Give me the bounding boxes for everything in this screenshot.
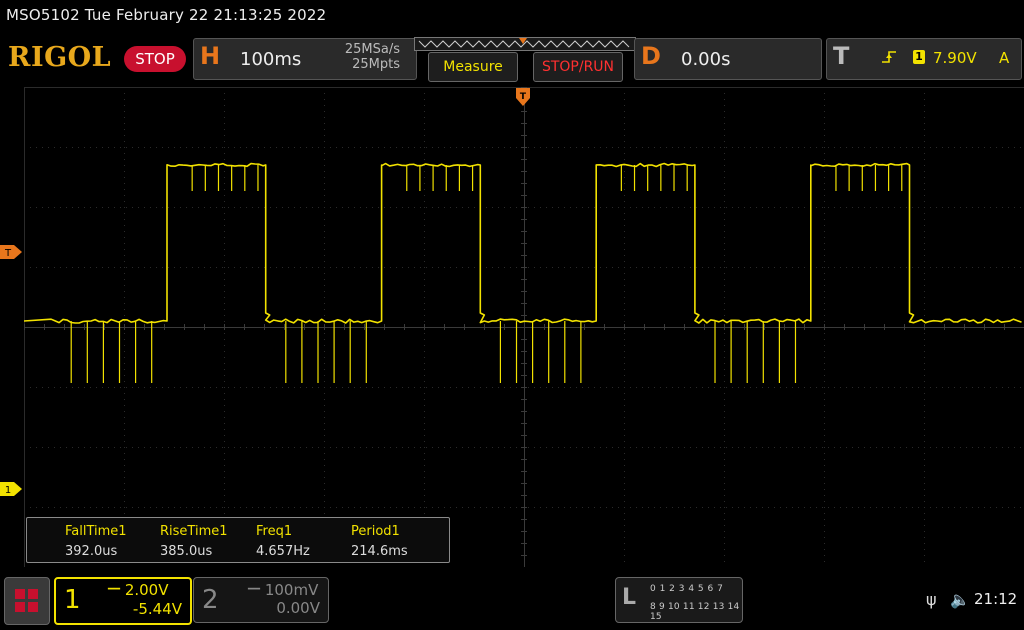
delay-panel[interactable]: D 0.00s [634, 38, 822, 80]
logic-letter: L [622, 585, 636, 610]
dc-coupling-icon: ━━ [248, 584, 260, 595]
measure-value: 214.6ms [351, 544, 408, 559]
trigger-panel[interactable]: T 1 7.90V A [826, 38, 1022, 80]
ch1-scale: ━━ 2.00V [108, 581, 169, 599]
waveform-display[interactable] [24, 87, 1024, 567]
measure-name: FallTime1 [65, 524, 127, 539]
ch1-panel[interactable]: 1 ━━ 2.00V -5.44V [54, 577, 192, 625]
status-clock: 21:12 [974, 590, 1017, 608]
trigger-source-badge: 1 [913, 50, 925, 64]
ch1-ground-marker-label: 1 [5, 485, 11, 496]
ch1-number: 1 [64, 585, 81, 615]
memory-position-strip[interactable] [414, 37, 636, 51]
ch1-ground-marker-icon[interactable]: 1 [0, 482, 22, 496]
main-menu-button[interactable] [4, 577, 50, 625]
timebase-value: 100ms [240, 49, 301, 70]
trigger-level-marker-label: T [4, 248, 12, 259]
measure-name: Freq1 [256, 524, 292, 539]
ch2-number: 2 [202, 585, 219, 615]
sample-rate: 25MSa/s [345, 42, 400, 57]
horizontal-letter: H [200, 42, 220, 70]
memory-trigger-pointer-icon [519, 38, 527, 44]
ch1-glitch-spikes [71, 165, 902, 383]
measurement-results[interactable]: FallTime1 392.0us RiseTime1 385.0us Freq… [26, 517, 450, 563]
usb-icon: ψ [926, 590, 937, 609]
logic-channels-low: 0 1 2 3 4 5 6 7 [650, 584, 723, 594]
logic-analyzer-panel[interactable]: L 0 1 2 3 4 5 6 7 8 9 10 11 12 13 14 15 [615, 577, 743, 623]
ch1-offset: -5.44V [133, 600, 182, 618]
trigger-level: 7.90V [933, 49, 977, 67]
logic-channels-high: 8 9 10 11 12 13 14 15 [650, 602, 742, 622]
run-state-badge[interactable]: STOP [124, 46, 186, 72]
rising-edge-icon [881, 49, 897, 65]
ch2-offset: 0.00V [276, 599, 320, 617]
svg-text:T: T [520, 92, 527, 102]
horizontal-panel[interactable]: H 100ms 25MSa/s 25Mpts [193, 38, 417, 80]
ch2-scale-value: 100mV [265, 581, 319, 599]
trigger-level-marker-icon[interactable]: T [0, 245, 22, 259]
trigger-letter: T [833, 42, 849, 70]
ch2-panel[interactable]: 2 ━━ 100mV 0.00V [193, 577, 329, 623]
measure-value: 392.0us [65, 544, 117, 559]
measure-value: 385.0us [160, 544, 212, 559]
measure-button[interactable]: Measure [428, 52, 518, 82]
measure-name: RiseTime1 [160, 524, 228, 539]
acquisition-info: 25MSa/s 25Mpts [345, 42, 400, 72]
speaker-muted-icon[interactable]: 🔈 [950, 590, 970, 609]
model-datetime: MSO5102 Tue February 22 21:13:25 2022 [6, 6, 326, 24]
ch2-scale: ━━ 100mV [248, 581, 318, 599]
trigger-position-marker-icon[interactable]: T [516, 88, 530, 106]
graticule [24, 87, 1024, 567]
measure-value: 4.657Hz [256, 544, 310, 559]
grid-menu-icon [5, 578, 49, 624]
ch1-scale-value: 2.00V [125, 581, 169, 599]
dc-coupling-icon: ━━ [108, 584, 120, 595]
measure-name: Period1 [351, 524, 400, 539]
trigger-mode: A [999, 49, 1009, 67]
delay-value: 0.00s [681, 49, 730, 70]
delay-letter: D [641, 42, 661, 70]
rigol-logo: RIGOL [8, 42, 111, 73]
stop-run-button[interactable]: STOP/RUN [533, 52, 623, 82]
memory-depth: 25Mpts [345, 57, 400, 72]
